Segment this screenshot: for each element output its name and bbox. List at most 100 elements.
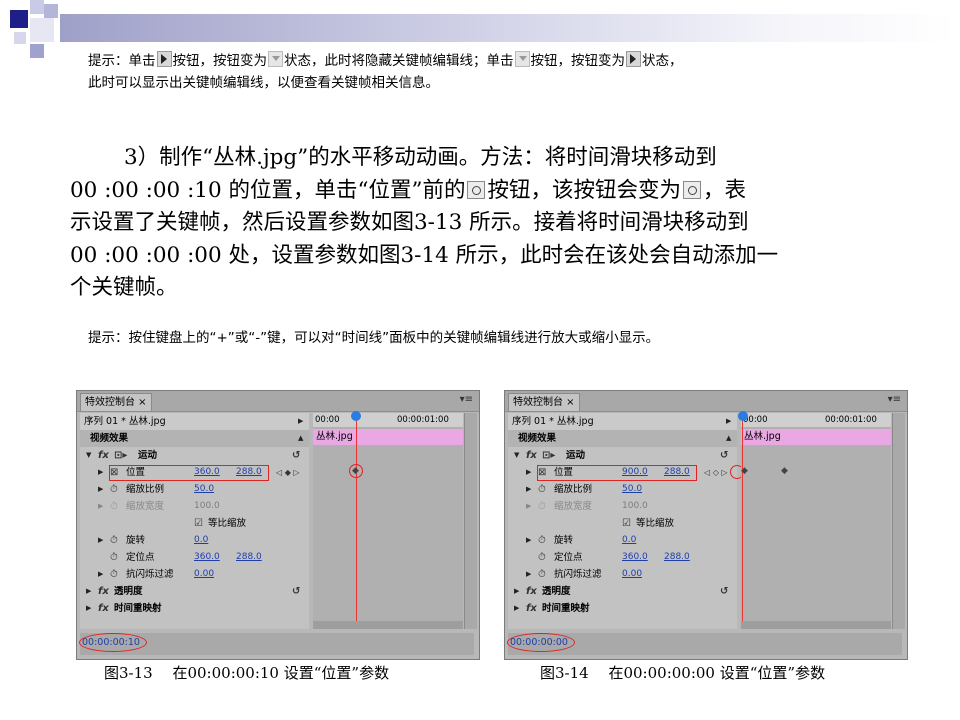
motion-label: 运动: [566, 450, 586, 461]
checkbox-checked-icon[interactable]: ☑: [622, 515, 631, 532]
motion-icon[interactable]: ⊡▸: [114, 447, 127, 464]
stopwatch-icon[interactable]: ⏱: [110, 481, 118, 498]
checkbox-checked-icon[interactable]: ☑: [194, 515, 203, 532]
anchor-y-value[interactable]: 288.0: [664, 549, 690, 566]
reset-icon[interactable]: ↺: [720, 583, 728, 600]
playhead-handle[interactable]: [351, 411, 361, 421]
fx-icon[interactable]: fx: [526, 600, 537, 617]
fx-icon[interactable]: fx: [526, 447, 537, 464]
horizontal-scrollbar[interactable]: [313, 621, 463, 629]
panel-menu-icon[interactable]: ▾≡: [888, 394, 901, 405]
expand-arrow-icon[interactable]: ▶: [514, 600, 519, 617]
expand-arrow-icon[interactable]: ▶: [86, 583, 91, 600]
horizontal-scrollbar[interactable]: [741, 621, 891, 629]
expand-arrow-icon[interactable]: ▶: [526, 481, 531, 498]
panel-menu-icon[interactable]: ▾≡: [460, 394, 473, 405]
stopwatch-icon[interactable]: ⏱: [110, 549, 118, 566]
uniform-scale-label: 等比缩放: [208, 518, 247, 529]
expand-arrow-icon[interactable]: ▶: [526, 566, 531, 583]
tab-effect-controls[interactable]: 特效控制台 ×: [80, 393, 152, 411]
vertical-scrollbar[interactable]: [892, 413, 905, 629]
playhead[interactable]: [356, 413, 357, 629]
opacity-label: 透明度: [542, 586, 571, 597]
anchor-y-value[interactable]: 288.0: [236, 549, 262, 566]
timeline-area: 00:00 00:00:01:00 丛林.jpg ◆: [313, 411, 463, 629]
main-paragraph: 3）制作“丛林.jpg”的水平移动动画。方法：将时间滑块移动到 00 :00 :…: [70, 142, 900, 305]
stopwatch-icon: ⏱: [538, 501, 546, 512]
expand-arrow-icon[interactable]: ▼: [86, 447, 91, 464]
main-line-5: 个关键帧。: [70, 275, 178, 300]
expand-arrow-icon[interactable]: ▼: [514, 447, 519, 464]
main-text-d: ，表: [703, 177, 747, 203]
reset-icon[interactable]: ↺: [292, 583, 300, 600]
stopwatch-icon[interactable]: ⏱: [538, 549, 546, 566]
stopwatch-icon[interactable]: ⏱: [538, 566, 546, 583]
clip-bar[interactable]: 丛林.jpg: [313, 429, 463, 445]
motion-icon[interactable]: ⊡▸: [542, 447, 555, 464]
expand-arrow-icon[interactable]: ▶: [514, 583, 519, 600]
scale-width-label: 缩放宽度: [554, 501, 593, 512]
position-highlight: [109, 465, 269, 481]
tab-effect-controls[interactable]: 特效控制台 ×: [508, 393, 580, 411]
timecode-highlight: [507, 633, 575, 652]
stopwatch-icon[interactable]: ⏱: [110, 566, 118, 583]
uniform-scale-label: 等比缩放: [636, 518, 675, 529]
scale-value[interactable]: 50.0: [622, 481, 642, 498]
expand-arrow-icon[interactable]: ▶: [98, 532, 103, 549]
fx-icon[interactable]: fx: [98, 600, 109, 617]
stopwatch-icon: ⏱: [110, 501, 118, 512]
rotation-value[interactable]: 0.0: [622, 532, 636, 549]
video-effects-header: 视频效果 ▲: [508, 430, 737, 447]
stopwatch-icon[interactable]: ⏱: [538, 481, 546, 498]
expand-arrow-icon[interactable]: ▶: [526, 498, 531, 515]
keyframe-diamond-icon[interactable]: ◆: [352, 466, 359, 476]
keyframe-nav-icon[interactable]: ◁ ◆ ▷: [276, 464, 300, 481]
reset-icon[interactable]: ↺: [720, 447, 728, 464]
scroll-up-icon[interactable]: ▲: [726, 430, 731, 447]
expand-arrow-icon[interactable]: ▶: [526, 532, 531, 549]
stopwatch-icon[interactable]: ⏱: [538, 532, 546, 549]
expand-arrow-icon[interactable]: ▶: [526, 464, 531, 481]
flicker-row: ▶ ⏱ 抗闪烁过滤 0.00: [80, 566, 309, 583]
scroll-up-icon[interactable]: ▲: [298, 430, 303, 447]
opacity-row: ▶ fx 透明度 ↺: [508, 583, 737, 600]
panel-tabbar: 特效控制台 × ▾≡: [505, 391, 907, 412]
playhead-handle[interactable]: [738, 411, 748, 421]
keyframe-diamond-icon[interactable]: ◆: [741, 466, 748, 476]
clip-bar[interactable]: 丛林.jpg: [741, 429, 891, 445]
opacity-row: ▶ fx 透明度 ↺: [80, 583, 309, 600]
vertical-scrollbar[interactable]: [464, 413, 477, 629]
fx-icon[interactable]: fx: [98, 447, 109, 464]
collapse-triangle-icon: [626, 51, 641, 67]
main-line-3: 示设置了关键帧，然后设置参数如图3-13 所示。接着将时间滑块移动到: [70, 210, 749, 235]
expand-arrow-icon[interactable]: ▶: [726, 413, 731, 430]
rotation-value[interactable]: 0.0: [194, 532, 208, 549]
expand-arrow-icon[interactable]: ▶: [98, 464, 103, 481]
scale-row: ▶ ⏱ 缩放比例 50.0: [80, 481, 309, 498]
expand-arrow-icon[interactable]: ▶: [98, 481, 103, 498]
keyframe-nav-icon[interactable]: ◁ ◇ ▷: [704, 464, 728, 481]
fx-icon[interactable]: fx: [526, 583, 537, 600]
keyframe-diamond-icon[interactable]: ◆: [781, 466, 788, 476]
anchor-x-value[interactable]: 360.0: [622, 549, 648, 566]
time-ruler[interactable]: 00:00 00:00:01:00: [313, 413, 463, 427]
stopwatch-icon[interactable]: ⏱: [110, 532, 118, 549]
playhead[interactable]: [742, 413, 743, 629]
reset-icon[interactable]: ↺: [292, 447, 300, 464]
scale-value[interactable]: 50.0: [194, 481, 214, 498]
expand-arrow-icon[interactable]: ▶: [86, 600, 91, 617]
flicker-value[interactable]: 0.00: [622, 566, 642, 583]
ruler-end-label: 00:00:01:00: [397, 415, 449, 425]
expand-arrow-icon[interactable]: ▶: [98, 566, 103, 583]
main-line-1: 3）制作“丛林.jpg”的水平移动动画。方法：将时间滑块移动到: [124, 145, 717, 170]
expand-arrow-icon[interactable]: ▶: [98, 498, 103, 515]
expand-arrow-icon[interactable]: ▶: [298, 413, 303, 430]
time-ruler[interactable]: 00:00 00:00:01:00: [741, 413, 891, 427]
anchor-x-value[interactable]: 360.0: [194, 549, 220, 566]
flicker-value[interactable]: 0.00: [194, 566, 214, 583]
fx-icon[interactable]: fx: [98, 583, 109, 600]
expanded-triangle-icon: [514, 51, 530, 67]
scale-label: 缩放比例: [554, 484, 593, 495]
video-effects-label: 视频效果: [90, 433, 129, 444]
anchor-row: ⏱ 定位点 360.0 288.0: [80, 549, 309, 566]
